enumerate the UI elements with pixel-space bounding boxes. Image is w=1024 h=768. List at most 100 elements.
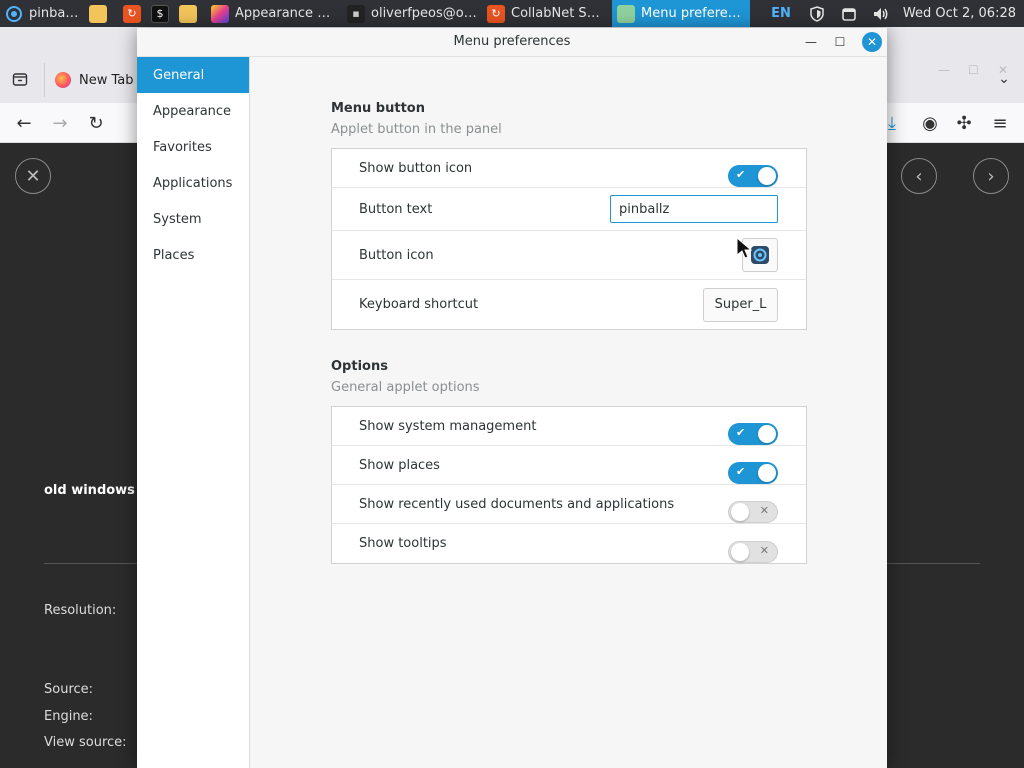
settings-content: Menu button Applet button in the panel S… [251,57,887,768]
option-label: Show places [359,457,440,473]
appearance-icon [211,4,229,23]
sidebar-item-label: System [153,211,202,227]
section-title-options: Options [331,359,388,374]
taskbar: pinballz ↻ $ Appearance Pr... ▪ oliverfp… [0,0,1024,27]
terminal-icon: ▪ [347,4,365,23]
tab-label: New Tab [79,72,134,88]
taskbar-launcher-pinballz[interactable]: pinballz [0,0,84,27]
row-show-tooltips: Show tooltips ✕ [332,524,806,563]
menu-icon[interactable]: ≡ [988,111,1012,135]
sidebar-item-places[interactable]: Places [137,237,249,273]
tab-new-tab[interactable]: New Tab [44,63,144,97]
browser-minimize-icon[interactable]: — [938,63,950,77]
back-icon[interactable]: ← [12,111,36,135]
row-show-system-management: Show system management ✔ [332,407,806,446]
sidebar-item-label: Appearance [153,103,232,119]
firefox-icon [55,72,71,88]
keyboard-layout[interactable]: EN [761,6,801,21]
tab-list-icon[interactable] [10,69,30,89]
menu-preferences-dialog: Menu preferences — ☐ ✕ General Appearanc… [137,28,887,768]
source-label: Source: [44,682,94,697]
button-text-input[interactable] [610,195,778,223]
dialog-titlebar[interactable]: Menu preferences — ☐ ✕ [137,28,887,57]
row-show-places: Show places ✔ [332,446,806,485]
system-tray: EN Wed Oct 2, 06:28 [761,0,1024,27]
taskbar-folder[interactable] [84,0,112,27]
close-icon[interactable]: ✕ [862,32,882,52]
taskbar-files[interactable] [174,0,206,27]
taskbar-menu-preferences[interactable]: Menu preferen... [612,0,750,27]
close-viewer-icon[interactable]: ✕ [15,158,51,194]
sidebar-item-general[interactable]: General [137,57,249,93]
volume-icon[interactable] [865,6,897,22]
minimize-icon[interactable]: — [801,32,821,52]
toggle-knob [758,425,776,443]
app-icon: ↻ [487,4,505,23]
toggle-knob [758,167,776,185]
taskbar-appearance[interactable]: Appearance Pr... [206,0,342,27]
sidebar-item-appearance[interactable]: Appearance [137,93,249,129]
window-list-icon[interactable] [833,6,865,22]
show-places-toggle[interactable]: ✔ [728,462,778,484]
toggle-knob [731,543,749,561]
sidebar-item-label: Places [153,247,195,263]
row-keyboard-shortcut: Keyboard shortcut Super_L [332,280,806,329]
pinballz-icon [5,5,23,23]
sidebar-item-system[interactable]: System [137,201,249,237]
taskbar-terminal[interactable]: $ [146,0,174,27]
tabs-dropdown-icon[interactable]: ⌄ [992,67,1016,91]
maximize-icon[interactable]: ☐ [830,32,850,52]
extensions-icon[interactable]: ✣ [952,111,976,135]
sidebar-item-label: General [153,67,205,83]
toggle-knob [758,464,776,482]
taskbar-collabnet[interactable]: ↻ CollabNet Sear... [482,0,612,27]
resolution-label: Resolution: [44,603,117,618]
next-icon[interactable]: › [973,158,1009,194]
view-source-label: View source: [44,735,127,750]
sidebar-item-label: Favorites [153,139,212,155]
engine-label: Engine: [44,709,93,724]
option-label: Show tooltips [359,536,447,551]
forward-icon[interactable]: → [48,111,72,135]
taskbar-terminal-window[interactable]: ▪ oliverfpeos@oli... [342,0,482,27]
files-icon [179,4,197,23]
sidebar-item-favorites[interactable]: Favorites [137,129,249,165]
row-show-recent-documents: Show recently used documents and applica… [332,485,806,524]
shield-icon[interactable] [801,5,833,22]
show-recent-documents-toggle[interactable]: ✕ [728,501,778,523]
x-icon: ✕ [759,544,769,557]
account-icon[interactable]: ◉ [918,111,942,135]
check-icon: ✔ [736,168,746,181]
option-label: Show system management [359,418,537,434]
show-button-icon-toggle[interactable]: ✔ [728,165,778,187]
menu-app-icon [617,4,635,23]
x-icon: ✕ [759,504,769,517]
section-title-menu-button: Menu button [331,101,425,116]
result-title: old windows ic [44,483,152,498]
row-button-text: Button text [332,188,806,231]
folder-icon [89,4,107,23]
sidebar-item-label: Applications [153,175,233,191]
row-button-icon: Button icon [332,231,806,280]
show-tooltips-toggle[interactable]: ✕ [728,541,778,563]
mouse-pointer-icon [736,237,753,259]
check-icon: ✔ [736,426,746,439]
show-button-icon-label: Show button icon [359,160,473,176]
clock[interactable]: Wed Oct 2, 06:28 [897,6,1024,21]
previous-icon[interactable]: ‹ [901,158,937,194]
toggle-knob [731,503,749,521]
update-icon: ↻ [123,4,141,23]
browser-maximize-icon[interactable]: ☐ [968,63,979,77]
keyboard-shortcut-button[interactable]: Super_L [703,287,778,322]
section-subtitle-menu-button: Applet button in the panel [331,122,502,137]
section-subtitle-options: General applet options [331,380,480,395]
terminal-icon: $ [151,4,169,23]
taskbar-update[interactable]: ↻ [118,0,146,27]
options-panel: Show system management ✔ Show places ✔ S… [331,406,807,564]
option-label: Show recently used documents and applica… [359,496,675,512]
reload-icon[interactable]: ↻ [84,111,108,135]
row-show-button-icon: Show button icon ✔ [332,149,806,188]
sidebar: General Appearance Favorites Application… [137,57,250,768]
sidebar-item-applications[interactable]: Applications [137,165,249,201]
show-system-management-toggle[interactable]: ✔ [728,423,778,445]
